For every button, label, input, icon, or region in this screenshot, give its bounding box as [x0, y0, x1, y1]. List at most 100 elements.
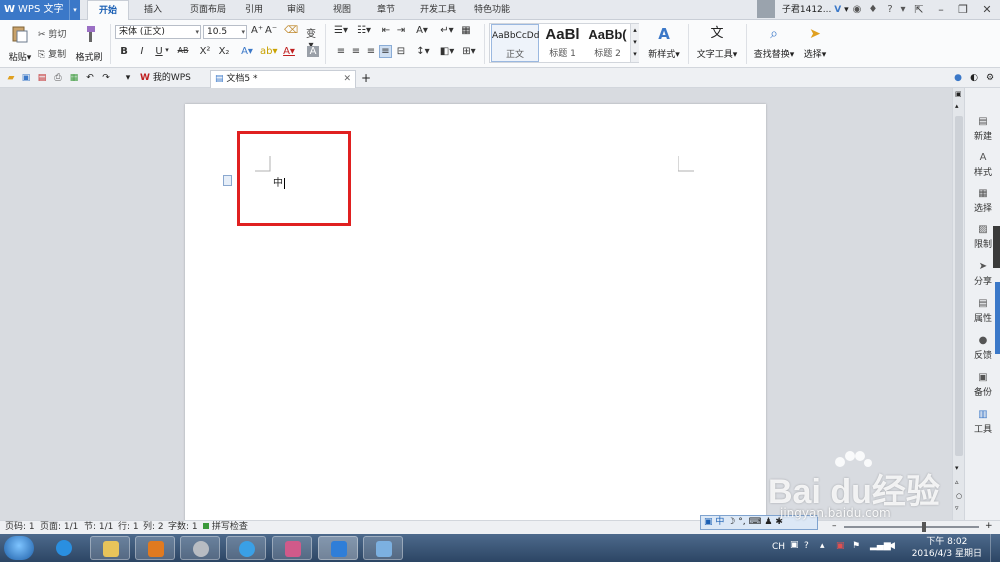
ime-settings-icon[interactable]: ✱	[775, 517, 783, 527]
sidebar-item-new[interactable]: ▤ 新建	[967, 116, 999, 142]
pane-expand-tab[interactable]	[995, 282, 1000, 354]
undo-icon[interactable]: ↶	[84, 72, 96, 84]
cut-button[interactable]: ✂ 剪切	[38, 27, 66, 40]
decrease-indent-icon[interactable]: ⇤	[380, 25, 392, 36]
scrollbar-thumb[interactable]	[955, 116, 963, 456]
taskbar-explorer[interactable]	[90, 536, 130, 560]
text-effect-icon[interactable]: A▾	[240, 46, 254, 57]
zoom-slider-handle[interactable]	[922, 522, 926, 532]
chevron-down-icon[interactable]: ▾	[122, 72, 134, 84]
paste-button[interactable]: 粘贴▾	[4, 24, 36, 63]
tab-page-layout[interactable]: 页面布局	[180, 0, 236, 20]
char-shading-icon[interactable]: A	[307, 46, 319, 57]
ime-toolbar[interactable]: ▣ 中 ☽ °, ⌨ ♟ ✱	[700, 515, 818, 530]
sidebar-item-tools[interactable]: ▥ 工具	[967, 409, 999, 435]
font-size-select[interactable]: 10.5 ▾	[203, 25, 247, 39]
align-right-icon[interactable]: ≡	[365, 46, 377, 57]
status-word-count[interactable]: 字数: 1	[168, 521, 198, 534]
tray-expand-icon[interactable]: ▴	[820, 541, 825, 551]
find-replace-button[interactable]: ⌕ 查找替换▾	[751, 24, 797, 60]
start-button[interactable]	[4, 536, 34, 560]
volume-icon[interactable]: ◀	[888, 541, 895, 551]
redo-icon[interactable]: ↷	[100, 72, 112, 84]
app-menu-button[interactable]: W WPS 文字 ▾	[0, 0, 80, 20]
help-icon[interactable]: ?	[804, 541, 809, 551]
font-name-select[interactable]: 宋体 (正文) ▾	[115, 25, 201, 39]
copy-button[interactable]: ⎘ 复制	[38, 47, 66, 60]
save-icon[interactable]: ▣	[20, 72, 32, 84]
taskbar-wps[interactable]	[318, 536, 358, 560]
subscript-button[interactable]: X₂	[217, 46, 231, 57]
shading-icon[interactable]: ◧▾	[438, 46, 456, 57]
align-left-icon[interactable]: ≡	[335, 46, 347, 57]
status-pages[interactable]: 页面: 1/1	[40, 521, 78, 534]
scroll-down-icon[interactable]: ▾	[955, 464, 959, 472]
cloud-icon[interactable]: ●	[952, 72, 964, 84]
avatar[interactable]	[757, 0, 775, 18]
user-area[interactable]: 子君1412... V ▾	[757, 0, 849, 20]
show-marks-icon[interactable]: ↵▾	[440, 25, 454, 36]
superscript-button[interactable]: X²	[198, 46, 212, 57]
chevron-down-icon[interactable]: ▾	[69, 0, 80, 20]
table-grid-icon[interactable]: ▦	[460, 25, 472, 36]
tray-language[interactable]: CH	[772, 542, 785, 552]
sidebar-item-style[interactable]: A 样式	[967, 152, 999, 178]
tab-my-wps[interactable]: W 我的WPS	[136, 70, 206, 88]
vertical-scrollbar[interactable]: ▣ ▴ ▾ ▵ ○ ▿	[953, 88, 965, 520]
preview-icon[interactable]: ▦	[68, 72, 80, 84]
document-area[interactable]: 中	[0, 88, 952, 524]
tab-references[interactable]: 引用	[240, 0, 268, 20]
increase-indent-icon[interactable]: ⇥	[395, 25, 407, 36]
tab-developer[interactable]: 开发工具	[414, 0, 462, 20]
ime-user-icon[interactable]: ♟	[764, 517, 772, 527]
status-page-number[interactable]: 页码: 1	[5, 521, 35, 534]
grow-font-icon[interactable]: A⁺	[251, 25, 263, 36]
style-heading-1[interactable]: AaBl 标题 1	[540, 24, 585, 62]
scroll-top-icon[interactable]: ▣	[955, 90, 962, 98]
zoom-slider[interactable]	[844, 526, 979, 528]
taskbar-browser[interactable]	[226, 536, 266, 560]
help-icon[interactable]: ?	[883, 3, 897, 17]
shrink-font-icon[interactable]: A⁻	[265, 25, 277, 36]
paragraph-mark-icon[interactable]	[223, 175, 233, 186]
show-desktop-button[interactable]	[990, 534, 1000, 562]
tab-review[interactable]: 审阅	[282, 0, 310, 20]
strikethrough-button[interactable]: AB	[174, 46, 192, 55]
chevron-down-icon[interactable]: ▾	[241, 26, 245, 38]
taskbar-paint[interactable]	[363, 536, 403, 560]
sidebar-item-select[interactable]: ▦ 选择	[967, 188, 999, 214]
select-browse-icon[interactable]: ○	[956, 492, 962, 500]
print-icon[interactable]: ⎙	[52, 72, 64, 84]
document-page[interactable]: 中	[185, 104, 766, 524]
security-icon[interactable]: ▣	[836, 541, 845, 551]
format-painter-button[interactable]: 格式刷	[74, 24, 104, 63]
next-page-icon[interactable]: ▿	[955, 504, 959, 512]
new-style-button[interactable]: A 新样式▾	[646, 24, 682, 60]
chevron-down-icon[interactable]: ▾	[195, 26, 199, 38]
distribute-icon[interactable]: ⊟	[395, 46, 407, 57]
underline-button[interactable]: U	[154, 46, 164, 57]
taskbar-disc[interactable]	[180, 536, 220, 560]
style-scroll[interactable]: ▴ ▾ ▾	[630, 24, 639, 62]
close-icon[interactable]: ✕	[976, 0, 998, 20]
highlight-icon[interactable]: ab▾	[260, 46, 278, 57]
style-normal[interactable]: AaBbCcDd 正文	[491, 24, 539, 62]
font-color-icon[interactable]: A▾	[282, 46, 296, 57]
user-icon[interactable]: ◐	[968, 72, 980, 84]
clock[interactable]: 下午 8:02 2016/4/3 星期日	[912, 536, 982, 560]
prev-page-icon[interactable]: ▵	[955, 478, 959, 486]
tab-features[interactable]: 特色功能	[468, 0, 516, 20]
restore-icon[interactable]: ❐	[952, 0, 974, 20]
line-spacing-icon[interactable]: ↕▾	[414, 46, 432, 57]
clear-format-icon[interactable]: ⌫	[284, 25, 298, 36]
numbered-list-icon[interactable]: ☷▾	[355, 25, 373, 36]
tab-insert[interactable]: 插入	[135, 0, 171, 20]
tab-document[interactable]: ▤ 文档5 * ✕	[210, 70, 356, 88]
text-tools-button[interactable]: 文 文字工具▾	[694, 24, 740, 60]
style-heading-2[interactable]: AaBb( 标题 2	[586, 24, 629, 62]
scroll-up-icon[interactable]: ▴	[955, 102, 959, 110]
select-button[interactable]: ➤ 选择▾	[800, 24, 830, 60]
tab-view[interactable]: 视图	[328, 0, 356, 20]
taskbar-ie[interactable]	[44, 536, 84, 560]
zoom-in-icon[interactable]: +	[985, 520, 993, 533]
